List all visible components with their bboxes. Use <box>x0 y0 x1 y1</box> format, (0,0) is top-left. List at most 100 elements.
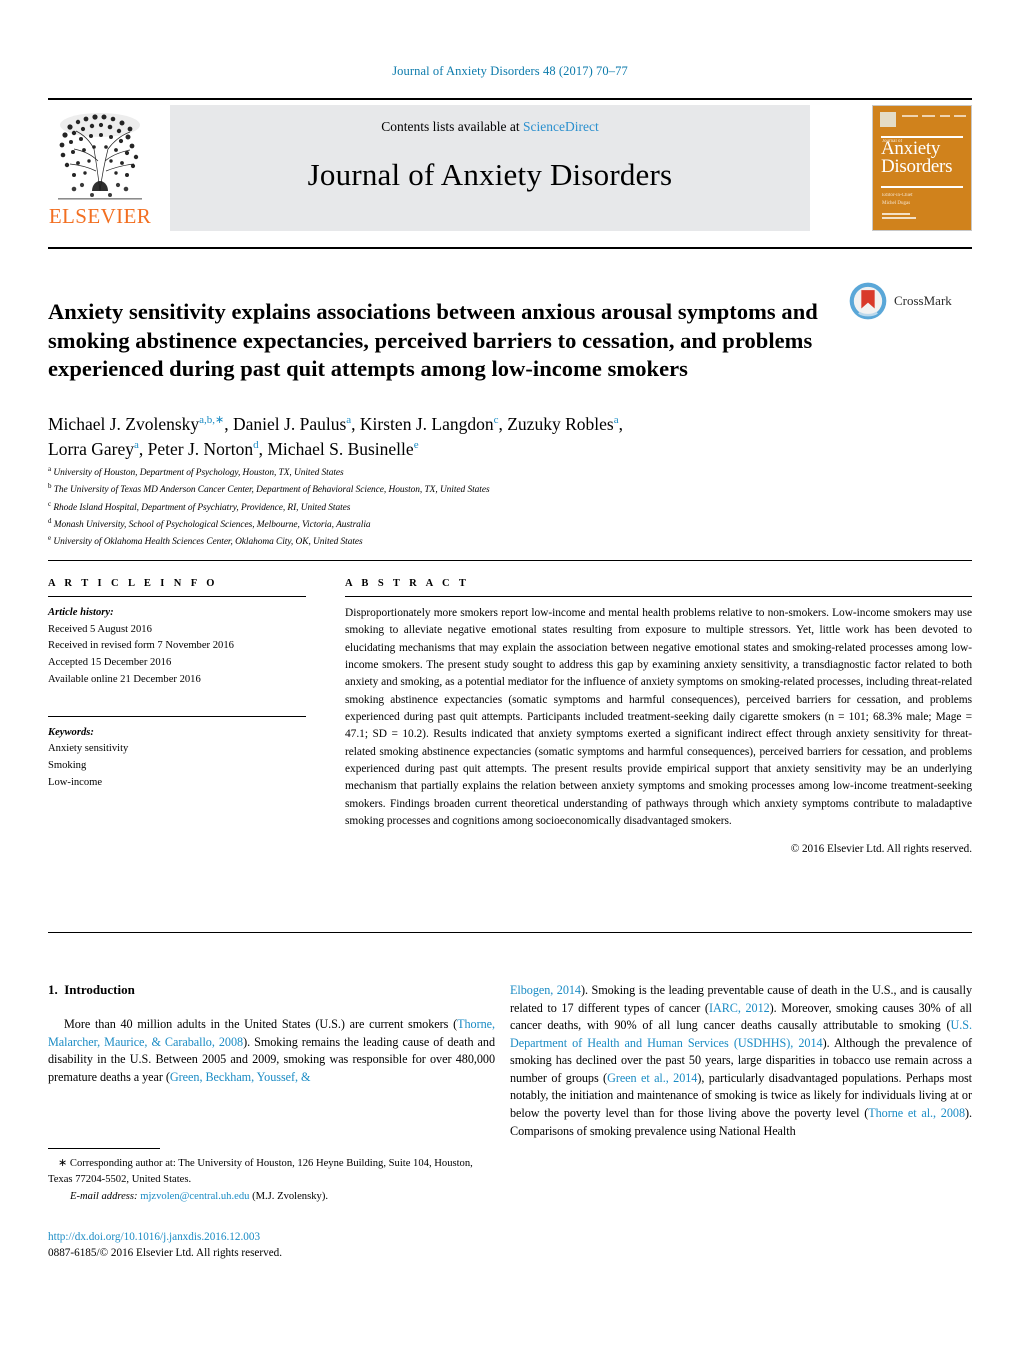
article-history-block: Article history: Received 5 August 2016 … <box>48 605 306 689</box>
author-name: , Daniel J. Paulus <box>224 414 347 434</box>
author-list: Michael J. Zvolenskya,b,∗, Daniel J. Pau… <box>48 412 838 463</box>
text-run: More than 40 million adults in the Unite… <box>64 1017 458 1031</box>
masthead-top-rule <box>48 98 972 100</box>
affiliation-marker: a <box>48 465 52 473</box>
intro-paragraph-left: More than 40 million adults in the Unite… <box>48 1016 495 1086</box>
keywords-block: Keywords: Anxiety sensitivity Smoking Lo… <box>48 725 306 792</box>
contents-prefix: Contents lists available at <box>381 119 520 134</box>
abstract-heading: A B S T R A C T <box>345 578 470 589</box>
citation-link[interactable]: Green, Beckham, Youssef, & <box>170 1070 311 1084</box>
elsevier-logo: ELSEVIER <box>48 105 160 231</box>
affiliation-marker: b <box>48 482 52 491</box>
abstract-copyright: © 2016 Elsevier Ltd. All rights reserved… <box>790 843 972 856</box>
abstract-column: A B S T R A C T Disproportionately more … <box>345 578 972 858</box>
journal-band: Contents lists available at ScienceDirec… <box>170 105 810 231</box>
affiliation-item: a University of Houston, Department of P… <box>48 464 838 481</box>
title-separator-rule <box>48 247 972 249</box>
body-column-right: Elbogen, 2014). Smoking is the leading p… <box>510 982 972 1140</box>
author-separator: , <box>618 414 623 434</box>
sciencedirect-link[interactable]: ScienceDirect <box>523 119 599 134</box>
corresponding-author-text: Corresponding author at: The University … <box>48 1158 473 1185</box>
crossmark-badge-group[interactable]: CrossMark <box>848 281 972 321</box>
cover-title-line2: Disorders <box>881 156 953 178</box>
keywords-label: Keywords: <box>48 726 94 738</box>
keywords-hairline <box>48 715 306 717</box>
affiliation-item: d Monash University, School of Psycholog… <box>48 516 838 533</box>
article-history-item: Received in revised form 7 November 2016 <box>48 640 234 652</box>
article-info-heading: A R T I C L E I N F O <box>48 578 218 589</box>
affiliation-text: University of Oklahoma Health Sciences C… <box>53 537 363 548</box>
affiliation-text: University of Houston, Department of Psy… <box>53 468 344 479</box>
running-head: Journal of Anxiety Disorders 48 (2017) 7… <box>392 64 628 78</box>
footnote-star-marker: ∗ <box>58 1157 68 1169</box>
affiliation-marker: d <box>48 517 52 526</box>
email-owner: (M.J. Zvolensky). <box>252 1191 328 1203</box>
article-history-label: Article history: <box>48 607 114 618</box>
affiliation-text: Monash University, School of Psychologic… <box>53 520 371 531</box>
doi-block: http://dx.doi.org/10.1016/j.janxdis.2016… <box>48 1230 495 1262</box>
affiliation-text: The University of Texas MD Anderson Canc… <box>53 485 490 496</box>
journal-article-page: Journal of Anxiety Disorders 48 (2017) 7… <box>0 0 1020 1351</box>
affiliation-item: e University of Oklahoma Health Sciences… <box>48 533 838 550</box>
citation-link[interactable]: Thorne et al., 2008 <box>868 1106 965 1120</box>
corresponding-author-note: ∗ Corresponding author at: The Universit… <box>48 1156 495 1187</box>
author-name: , Michael S. Businelle <box>258 439 414 460</box>
email-note: E-mail address: mjzvolen@central.uh.edu … <box>48 1189 495 1204</box>
email-label: E-mail address: <box>70 1191 138 1203</box>
info-section-bottom-rule <box>48 932 972 933</box>
author-name: , Kirsten J. Langdon <box>351 414 494 434</box>
author-name: , Peter J. Norton <box>138 439 254 460</box>
cover-editor-line: Editor-in-Chief Michel Dugas <box>882 193 913 206</box>
section-title-text: Introduction <box>64 982 135 997</box>
citation-link[interactable]: Green et al., 2014 <box>607 1071 697 1085</box>
elsevier-tree-icon <box>58 113 142 200</box>
section-heading-introduction: 1. Introduction <box>48 982 495 998</box>
footnote-block: ∗ Corresponding author at: The Universit… <box>48 1156 495 1205</box>
affiliation-text: Rhode Island Hospital, Department of Psy… <box>53 502 351 513</box>
citation-link[interactable]: Elbogen, 2014 <box>510 983 581 997</box>
abstract-body: Disproportionately more smokers report l… <box>345 605 972 858</box>
author-name: Michael J. Zvolensky <box>48 414 200 434</box>
keyword-item: Anxiety sensitivity <box>48 743 129 755</box>
citation-link[interactable]: IARC, 2012 <box>709 1001 770 1015</box>
affiliation-list: a University of Houston, Department of P… <box>48 464 838 551</box>
info-section-top-rule <box>48 560 972 561</box>
keyword-item: Low-income <box>48 776 103 788</box>
contents-available-line: Contents lists available at ScienceDirec… <box>170 105 810 135</box>
article-history-item: Available online 21 December 2016 <box>48 673 201 685</box>
journal-title: Journal of Anxiety Disorders <box>307 157 673 192</box>
affiliation-item: b The University of Texas MD Anderson Ca… <box>48 481 838 498</box>
masthead: ELSEVIER Contents lists available at Sci… <box>48 98 972 233</box>
article-info-hairline <box>48 596 306 597</box>
affiliation-item: c Rhode Island Hospital, Department of P… <box>48 499 838 516</box>
paragraph: Elbogen, 2014). Smoking is the leading p… <box>510 982 972 1140</box>
cover-publisher-mark <box>882 213 916 223</box>
email-link[interactable]: mjzvolen@central.uh.edu <box>140 1191 249 1202</box>
intro-paragraph-right: Elbogen, 2014). Smoking is the leading p… <box>510 982 972 1140</box>
keyword-item: Smoking <box>48 760 87 772</box>
article-history-item: Received 5 August 2016 <box>48 623 152 635</box>
doi-link[interactable]: http://dx.doi.org/10.1016/j.janxdis.2016… <box>48 1230 495 1246</box>
abstract-paragraph: Disproportionately more smokers report l… <box>345 607 972 827</box>
author-name: Lorra Garey <box>48 439 134 460</box>
section-number: 1. <box>48 982 58 997</box>
abstract-hairline <box>345 596 972 597</box>
issn-copyright-line: 0887-6185/© 2016 Elsevier Ltd. All right… <box>48 1246 283 1259</box>
footnote-rule <box>48 1148 160 1149</box>
author-affiliation-marker[interactable]: a,b,∗ <box>199 414 224 426</box>
crossmark-label: CrossMark <box>894 293 952 308</box>
author-name: , Zuzuky Robles <box>498 414 614 434</box>
affiliation-marker: c <box>48 499 52 508</box>
body-column-left: 1. Introduction More than 40 million adu… <box>48 982 495 1086</box>
paragraph: More than 40 million adults in the Unite… <box>48 1016 495 1086</box>
affiliation-marker: e <box>48 534 52 543</box>
article-title: Anxiety sensitivity explains association… <box>48 299 818 382</box>
elsevier-wordmark: ELSEVIER <box>48 204 152 228</box>
article-history-item: Accepted 15 December 2016 <box>48 657 172 669</box>
article-info-column: A R T I C L E I N F O Article history: R… <box>48 578 306 792</box>
cover-top-decoration <box>880 112 966 128</box>
journal-cover-thumbnail[interactable]: Journal of Anxiety Disorders Editor-in-C… <box>872 105 972 231</box>
cover-title: Anxiety Disorders <box>881 139 965 178</box>
crossmark-icon[interactable] <box>848 281 888 321</box>
author-affiliation-marker[interactable]: e <box>414 440 419 452</box>
